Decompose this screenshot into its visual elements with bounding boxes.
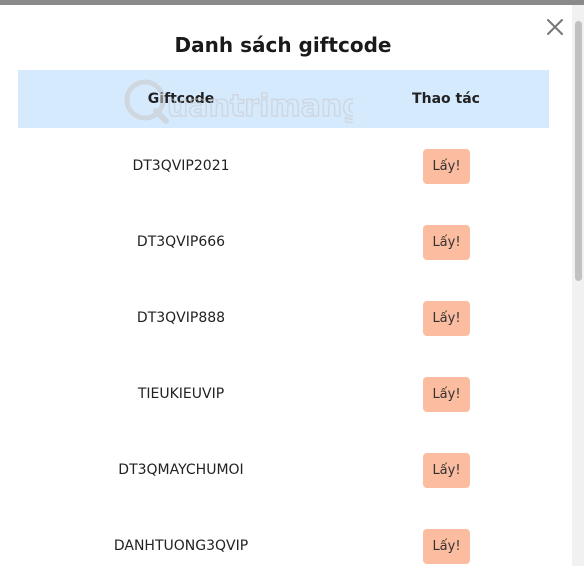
table-row: DT3QVIP2021 Lấy! bbox=[18, 128, 549, 204]
giftcode-list: DT3QVIP2021 Lấy! DT3QVIP666 Lấy! DT3QVIP… bbox=[18, 128, 549, 584]
giftcode-value: DANHTUONG3QVIP bbox=[113, 538, 249, 554]
scrollbar-thumb[interactable] bbox=[575, 21, 582, 281]
get-code-button[interactable]: Lấy! bbox=[423, 225, 470, 260]
get-code-button[interactable]: Lấy! bbox=[423, 377, 470, 412]
get-code-button[interactable]: Lấy! bbox=[423, 529, 470, 564]
table-row: DT3QVIP666 Lấy! bbox=[18, 204, 549, 280]
table-row: TIEUKIEUVIP Lấy! bbox=[18, 356, 549, 432]
giftcode-value: TIEUKIEUVIP bbox=[137, 386, 225, 402]
table-row: DT3QMAYCHUMOI Lấy! bbox=[18, 432, 549, 508]
top-border bbox=[0, 0, 584, 5]
table-row: DANHTUONG3QVIP Lấy! bbox=[18, 508, 549, 584]
giftcode-value: DT3QVIP888 bbox=[136, 310, 226, 326]
header-giftcode: Giftcode bbox=[147, 91, 215, 107]
table-row: DT3QVIP888 Lấy! bbox=[18, 280, 549, 356]
header-action: Thao tác bbox=[412, 91, 480, 107]
get-code-button[interactable]: Lấy! bbox=[423, 453, 470, 488]
giftcode-value: DT3QVIP666 bbox=[136, 234, 226, 250]
giftcode-value: DT3QVIP2021 bbox=[132, 158, 230, 174]
scrollbar[interactable] bbox=[572, 5, 584, 566]
table-header: Giftcode Thao tác bbox=[18, 70, 549, 128]
giftcode-value: DT3QMAYCHUMOI bbox=[118, 462, 244, 478]
dialog-title: Danh sách giftcode bbox=[174, 33, 392, 57]
get-code-button[interactable]: Lấy! bbox=[423, 301, 470, 336]
get-code-button[interactable]: Lấy! bbox=[423, 149, 470, 184]
